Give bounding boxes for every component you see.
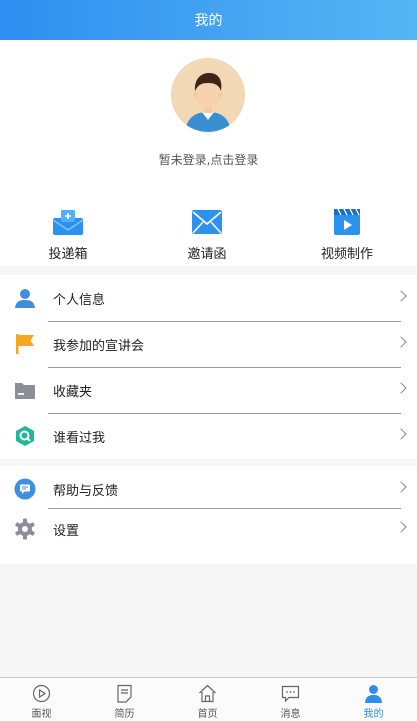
person-icon	[365, 685, 382, 703]
play-circle-icon	[32, 684, 51, 703]
tab-resume[interactable]: 简历	[83, 678, 166, 721]
resume-icon	[117, 684, 132, 703]
quick-outbox[interactable]: 投递箱	[8, 188, 128, 266]
outbox-icon	[52, 210, 84, 235]
menu-item-seminars[interactable]: 我参加的宣讲会	[0, 321, 417, 367]
chevron-right-icon	[395, 481, 407, 493]
tab-interview[interactable]: 面视	[0, 678, 83, 721]
quick-invitation[interactable]: 邀请函	[147, 188, 267, 266]
person-icon	[15, 289, 35, 308]
chevron-right-icon	[395, 428, 407, 440]
login-hint[interactable]: 暂未登录,点击登录	[0, 151, 417, 168]
menu-item-settings[interactable]: 设置	[0, 506, 417, 552]
tab-label: 面视	[31, 709, 52, 720]
avatar[interactable]	[171, 58, 245, 132]
page-title: 我的	[194, 13, 223, 29]
tab-label: 我的	[363, 709, 384, 720]
menu-label: 设置	[53, 524, 80, 539]
menu-group-support: 帮助与反馈 设置	[0, 466, 417, 564]
chat-icon	[14, 478, 36, 500]
quick-label: 视频制作	[320, 247, 373, 262]
folder-icon	[15, 383, 35, 399]
quick-video[interactable]: 视频制作	[287, 188, 407, 266]
quick-actions: 投递箱 邀请函 视频制作	[0, 188, 417, 266]
home-icon	[199, 684, 216, 703]
chevron-right-icon	[395, 521, 407, 533]
message-icon	[281, 685, 300, 703]
chevron-right-icon	[395, 336, 407, 348]
tab-label: 简历	[114, 709, 135, 720]
menu-group-account: 个人信息 我参加的宣讲会 收藏夹 谁看过我	[0, 275, 417, 459]
tab-home[interactable]: 首页	[166, 678, 249, 721]
menu-item-visitors[interactable]: 谁看过我	[0, 413, 417, 459]
visitor-icon	[16, 426, 34, 446]
menu-label: 帮助与反馈	[53, 484, 119, 499]
tab-messages[interactable]: 消息	[249, 678, 332, 721]
profile-section[interactable]: 暂未登录,点击登录	[0, 40, 417, 188]
menu-label: 谁看过我	[53, 431, 106, 446]
flag-icon	[16, 334, 34, 354]
menu-label: 我参加的宣讲会	[53, 339, 145, 354]
tab-label: 消息	[280, 709, 301, 720]
chevron-right-icon	[395, 290, 407, 302]
chevron-right-icon	[395, 382, 407, 394]
tab-label: 首页	[197, 709, 218, 720]
video-icon	[334, 208, 360, 235]
quick-label: 投递箱	[48, 247, 88, 262]
envelope-icon	[192, 210, 222, 234]
menu-item-favorites[interactable]: 收藏夹	[0, 367, 417, 413]
user-avatar-icon	[171, 58, 245, 132]
menu-label: 个人信息	[53, 293, 106, 308]
bottom-tab-bar: 面视 简历 首页 消息 我的	[0, 677, 417, 721]
quick-label: 邀请函	[187, 247, 227, 262]
menu-label: 收藏夹	[53, 385, 93, 400]
menu-item-personal-info[interactable]: 个人信息	[0, 275, 417, 321]
top-header: 我的	[0, 0, 417, 40]
tab-mine[interactable]: 我的	[332, 678, 415, 721]
gear-icon	[15, 518, 35, 540]
